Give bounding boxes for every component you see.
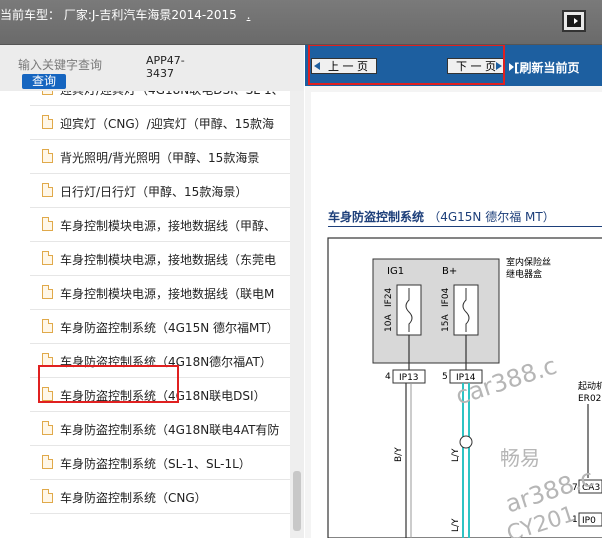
document-icon <box>42 489 53 503</box>
tree-item-label: 车身控制模块电源，接地数据线（甲醇、 <box>60 219 277 233</box>
left-panel: 查询 APP47-3437 迎宾灯/迎宾灯（4G18N联电DSI、SL-1、迎宾… <box>0 45 304 538</box>
tree-item-label: 背光照明/背光照明（甲醇、15款海景 <box>60 151 260 165</box>
pin-2-number: 5 <box>442 372 448 382</box>
current-model-title: 当前车型： 厂家:J-吉利汽车海景2014-2015 . <box>0 6 250 23</box>
fuse-1-amp: 10A <box>384 314 394 332</box>
fuse-box-label-2: 继电器盒 <box>506 268 542 280</box>
fuse-1-name: IF24 <box>384 287 394 307</box>
document-icon <box>42 319 53 333</box>
top-bar: 当前车型： 厂家:J-吉利汽车海景2014-2015 . <box>0 0 602 45</box>
document-icon <box>42 91 53 95</box>
tree-item-label: 车身控制模块电源，接地数据线（东莞电 <box>60 253 277 267</box>
splice-point <box>459 435 473 449</box>
tree-item[interactable]: 车身防盗控制系统（4G15N 德尔福MT） <box>30 311 290 344</box>
right-label-2: ER02 <box>578 394 601 404</box>
document-icon <box>42 115 53 129</box>
watermark-2: 畅易 <box>500 446 540 470</box>
fuse-2-name: IF04 <box>441 287 451 307</box>
fuse-2-amp: 15A <box>441 314 451 332</box>
tree-item-label: 迎宾灯/迎宾灯（4G18N联电DSI、SL-1、 <box>60 91 284 98</box>
connector-ip0-label: IP0 <box>582 516 596 526</box>
search-area: 查询 APP47-3437 <box>0 45 304 91</box>
document-icon <box>42 285 53 299</box>
document-icon <box>42 455 53 469</box>
current-model-label: 当前车型： <box>0 8 61 22</box>
tree-item-label: 日行灯/日行灯（甲醇、15款海景） <box>60 185 248 199</box>
wire-label-by: B/Y <box>394 447 404 462</box>
tree-item[interactable]: 车身防盗控制系统（4G18N联电4AT有防 <box>30 413 290 446</box>
wire-label-ly-2: L/Y <box>451 518 461 532</box>
pin-1-number: 4 <box>385 372 391 382</box>
refresh-page-link[interactable]: [刷新当前页 <box>514 59 580 76</box>
scroll-thumb[interactable] <box>293 471 301 531</box>
right-panel: 上 一 页 下 一 页 [刷新当前页 车身防盗控制系统 （4G15N 德尔福 M… <box>305 45 602 538</box>
document-icon <box>42 217 53 231</box>
connector-ip13-label: IP13 <box>399 373 419 383</box>
tree-item[interactable]: 车身控制模块电源，接地数据线（甲醇、 <box>30 209 290 242</box>
fuse-box-label-1: 室内保险丝 <box>506 256 551 268</box>
tree-item[interactable]: 车身防盗控制系统（CNG） <box>30 481 290 514</box>
right-label-1: 起动机 <box>578 380 602 392</box>
document-tree: 迎宾灯/迎宾灯（4G18N联电DSI、SL-1、迎宾灯（CNG）/迎宾灯（甲醇、… <box>0 91 290 538</box>
document-icon <box>42 251 53 265</box>
page-nav-bar: 上 一 页 下 一 页 [刷新当前页 <box>305 45 602 86</box>
tree-item-label: 车身防盗控制系统（4G18N联电4AT有防 <box>60 423 280 437</box>
document-icon <box>42 183 53 197</box>
search-button[interactable]: 查询 <box>22 74 66 89</box>
tree-item-label: 车身防盗控制系统（CNG） <box>60 491 207 505</box>
tree-item[interactable]: 迎宾灯（CNG）/迎宾灯（甲醇、15款海 <box>30 107 290 140</box>
tree-item[interactable]: 迎宾灯/迎宾灯（4G18N联电DSI、SL-1、 <box>30 91 290 106</box>
tree-scrollbar[interactable] <box>290 91 304 538</box>
arrow-right-icon <box>567 15 581 27</box>
current-model-value: 厂家:J-吉利汽车海景2014-2015 <box>63 8 237 22</box>
fuse-col1-label: IG1 <box>387 266 404 277</box>
wiring-diagram: IG1 B+ 室内保险丝 继电器盒 10A IF24 15A IF04 4 IP… <box>327 237 602 538</box>
tree-item-label: 车身控制模块电源，接地数据线（联电M <box>60 287 275 301</box>
tree-item[interactable]: 车身控制模块电源，接地数据线（东莞电 <box>30 243 290 276</box>
tree-item-label: 车身防盗控制系统（4G15N 德尔福MT） <box>60 321 279 335</box>
tree-item-label: 迎宾灯（CNG）/迎宾灯（甲醇、15款海 <box>60 117 274 131</box>
wire-label-ly-1: L/Y <box>451 448 461 462</box>
document-icon <box>42 149 53 163</box>
search-input[interactable] <box>16 54 116 76</box>
selected-item-highlight <box>38 365 179 403</box>
tree-item[interactable]: 日行灯/日行灯（甲醇、15款海景） <box>30 175 290 208</box>
current-model-extra: . <box>246 8 251 22</box>
app-code: APP47-3437 <box>146 54 185 80</box>
tree-item[interactable]: 车身防盗控制系统（SL-1、SL-1L） <box>30 447 290 480</box>
wiring-diagram-page: 车身防盗控制系统 （4G15N 德尔福 MT） IG1 B+ 室内保险丝 继电器… <box>311 92 602 538</box>
toggle-panel-button[interactable] <box>562 10 586 32</box>
fuse-col2-label: B+ <box>442 266 457 277</box>
tree-item[interactable]: 背光照明/背光照明（甲醇、15款海景 <box>30 141 290 174</box>
tree-item-label: 车身防盗控制系统（SL-1、SL-1L） <box>60 457 251 471</box>
nav-buttons-highlight <box>308 45 505 85</box>
tree-item[interactable]: 车身控制模块电源，接地数据线（联电M <box>30 277 290 310</box>
document-icon <box>42 421 53 435</box>
